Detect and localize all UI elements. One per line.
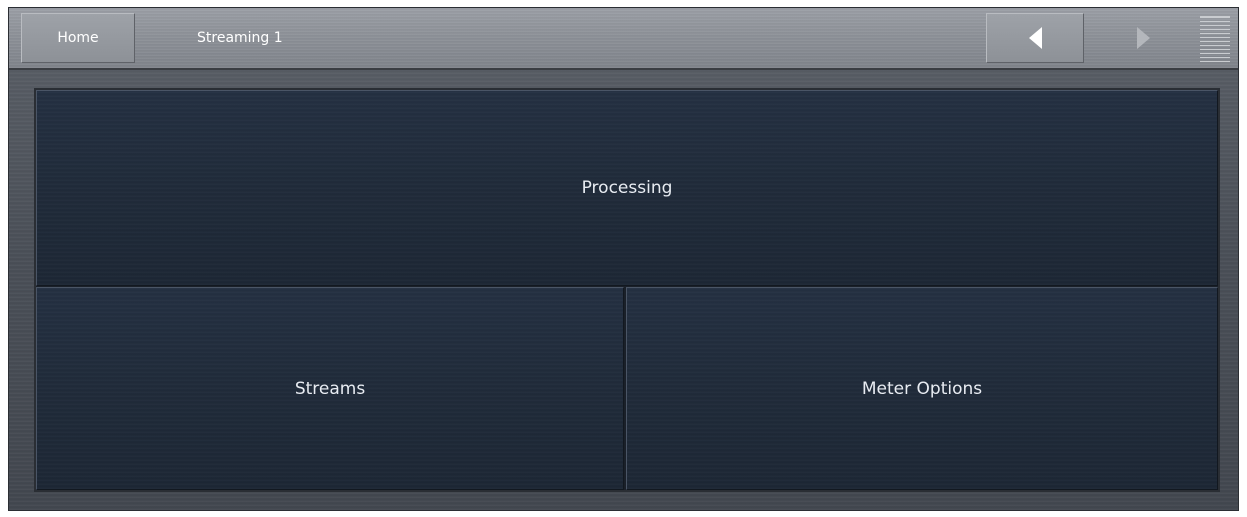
page-title: Streaming 1: [197, 30, 283, 46]
menu-icon[interactable]: [1200, 16, 1230, 62]
home-button[interactable]: Home: [21, 13, 135, 63]
top-bar: Home Streaming 1: [9, 8, 1238, 70]
previous-button[interactable]: [986, 13, 1084, 63]
next-button[interactable]: [1094, 13, 1192, 63]
app-window: Home Streaming 1 Processing Streams Mete…: [8, 7, 1239, 511]
streams-label: Streams: [294, 378, 366, 399]
meter-options-label: Meter Options: [861, 378, 983, 399]
menu-panel: Processing Streams Meter Options: [34, 88, 1220, 492]
meter-options-button[interactable]: Meter Options: [626, 287, 1218, 490]
triangle-left-icon: [1028, 27, 1042, 49]
home-button-label: Home: [57, 30, 99, 46]
streams-button[interactable]: Streams: [36, 287, 624, 490]
triangle-right-icon: [1136, 27, 1150, 49]
processing-button[interactable]: Processing: [36, 90, 1218, 286]
processing-label: Processing: [581, 178, 673, 198]
